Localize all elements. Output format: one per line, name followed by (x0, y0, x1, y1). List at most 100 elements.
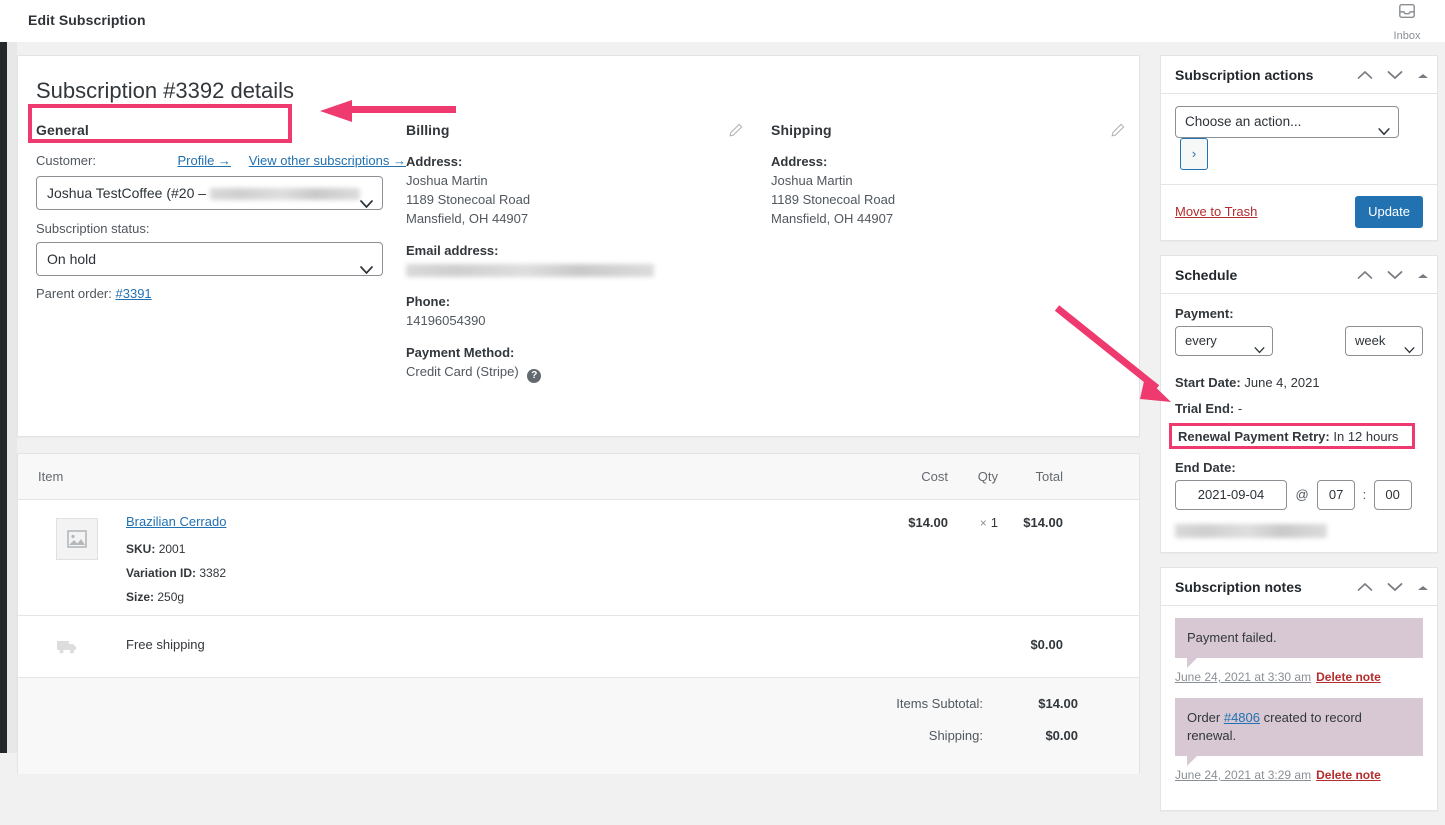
profile-link[interactable]: Profile → (177, 153, 230, 168)
order-items-panel: Item Cost Qty Total Brazilian Cerrado SK… (17, 453, 1140, 774)
move-up-icon[interactable] (1357, 56, 1373, 94)
panel-toggles (1357, 568, 1429, 606)
inbox-icon (1377, 2, 1437, 25)
choose-action-value: Choose an action... (1185, 114, 1302, 129)
shipping-address-line2: 1189 Stonecoal Road (771, 192, 896, 207)
collapse-panel-icon[interactable] (1417, 56, 1429, 94)
schedule-title: Schedule (1175, 267, 1238, 283)
subtotal-value: $14.00 (1038, 696, 1078, 711)
update-button[interactable]: Update (1355, 196, 1423, 228)
subscription-status-select[interactable]: On hold (36, 242, 383, 276)
collapse-panel-icon[interactable] (1417, 256, 1429, 294)
subscription-notes-panel: Subscription notes Payment failed. June … (1160, 567, 1438, 811)
customer-email-redacted (209, 188, 360, 201)
chevron-down-icon (1404, 336, 1415, 364)
parent-order-label: Parent order: (36, 286, 112, 301)
qty-multiply-symbol: × (979, 516, 987, 530)
billing-address-line1: Joshua Martin (406, 173, 488, 188)
start-date-value: June 4, 2021 (1244, 375, 1320, 390)
billing-address-line3: Mansfield, OH 44907 (406, 211, 529, 226)
subscription-notes-body: Payment failed. June 24, 2021 at 3:30 am… (1161, 606, 1437, 810)
items-table-header: Item Cost Qty Total (18, 454, 1139, 500)
shipping-method-name: Free shipping (126, 637, 205, 652)
delete-note-link[interactable]: Delete note (1316, 768, 1381, 782)
billing-email-label: Email address: (406, 243, 499, 258)
end-date-input[interactable]: 2021-09-04 (1175, 480, 1287, 510)
move-down-icon[interactable] (1387, 568, 1403, 606)
billing-email-value (406, 260, 771, 279)
subscription-actions-title: Subscription actions (1175, 67, 1314, 83)
interval-value: every (1185, 333, 1217, 348)
panel-toggles (1357, 256, 1429, 294)
interval-select[interactable]: every (1175, 326, 1273, 356)
item-qty: × 1 (948, 515, 998, 530)
renewal-retry-label: Renewal Payment Retry: (1178, 429, 1330, 444)
inbox-button[interactable]: Inbox (1377, 2, 1437, 44)
column-header-item: Item (38, 469, 64, 484)
time-colon: : (1362, 487, 1367, 502)
shipping-address-label: Address: (771, 154, 828, 169)
note-order-link[interactable]: #4806 (1224, 710, 1260, 725)
qty-value: 1 (990, 515, 998, 530)
product-size: Size: 250g (126, 590, 185, 604)
parent-order-link[interactable]: #3391 (116, 286, 152, 301)
end-minute-input[interactable]: 00 (1373, 480, 1412, 510)
list-item: Order #4806 created to record renewal. J… (1175, 698, 1423, 782)
order-totals: Items Subtotal: $14.00 Shipping: $0.00 (18, 678, 1139, 774)
subtotal-label: Items Subtotal: (896, 696, 983, 711)
product-variation-id: Variation ID: 3382 (126, 566, 227, 580)
subscription-actions-footer: Move to Trash Update (1161, 184, 1437, 240)
admin-topbar: Edit Subscription Inbox (0, 0, 1445, 42)
move-up-icon[interactable] (1357, 568, 1373, 606)
apply-action-button[interactable]: › (1180, 138, 1208, 170)
chevron-down-icon (1378, 117, 1390, 147)
column-header-total: Total (1035, 469, 1063, 484)
trial-end-value: - (1237, 401, 1243, 416)
page-title: Edit Subscription (28, 12, 146, 28)
table-row[interactable]: Brazilian Cerrado SKU: 2001 Variation ID… (18, 500, 1139, 616)
move-to-trash-link[interactable]: Move to Trash (1175, 204, 1257, 219)
chevron-down-icon (360, 188, 373, 209)
shipping-line-row[interactable]: Free shipping $0.00 (18, 616, 1139, 678)
note-text: Payment failed. (1175, 618, 1423, 658)
note-meta: June 24, 2021 at 3:29 am Delete note (1175, 768, 1423, 782)
payment-label: Payment: (1175, 306, 1234, 321)
product-name-cell: Brazilian Cerrado (126, 514, 226, 529)
customer-select-value: Joshua TestCoffee (#20 – (47, 185, 210, 201)
shipping-address-line1: Joshua Martin (771, 173, 853, 188)
product-link[interactable]: Brazilian Cerrado (126, 514, 226, 529)
edit-billing-pencil-icon[interactable] (729, 123, 743, 142)
payment-method-value: Credit Card (Stripe) (406, 364, 519, 379)
column-header-cost: Cost (921, 469, 948, 484)
customer-select[interactable]: Joshua TestCoffee (#20 – (36, 176, 383, 210)
move-up-icon[interactable] (1357, 256, 1373, 294)
note-date: June 24, 2021 at 3:30 am (1175, 670, 1312, 684)
shipping-column: Shipping Address: Joshua Martin 1189 Sto… (771, 122, 1141, 228)
move-down-icon[interactable] (1387, 256, 1403, 294)
collapse-panel-icon[interactable] (1417, 568, 1429, 606)
total-row-shipping: Shipping: $0.00 (18, 728, 1139, 759)
period-select[interactable]: week (1345, 326, 1423, 356)
schedule-header: Schedule (1161, 256, 1437, 294)
edit-shipping-pencil-icon[interactable] (1111, 123, 1125, 142)
delete-note-link[interactable]: Delete note (1316, 670, 1381, 684)
end-hour-input[interactable]: 07 (1317, 480, 1356, 510)
billing-email-redacted (406, 264, 654, 278)
note-tail (1187, 756, 1197, 766)
chevron-down-icon (1254, 336, 1265, 364)
note-text-before: Order (1187, 710, 1224, 725)
billing-phone-value: 14196054390 (406, 313, 486, 328)
customer-label: Customer: (36, 153, 96, 168)
view-other-subscriptions-link[interactable]: View other subscriptions → (249, 153, 406, 168)
shipping-address-line3: Mansfield, OH 44907 (771, 211, 894, 226)
move-down-icon[interactable] (1387, 56, 1403, 94)
choose-action-select[interactable]: Choose an action... (1175, 106, 1399, 138)
end-date-row: 2021-09-04 @ 07 : 00 (1175, 480, 1423, 514)
trial-end-label: Trial End: (1175, 401, 1235, 416)
subscription-actions-body: Choose an action... › (1161, 94, 1437, 184)
shipping-heading: Shipping (771, 122, 832, 138)
admin-page: Subscription #3392 details General Custo… (0, 42, 1445, 811)
help-icon[interactable]: ? (527, 369, 542, 383)
shipping-total-label: Shipping: (928, 728, 983, 743)
admin-menu-edge (7, 42, 17, 753)
